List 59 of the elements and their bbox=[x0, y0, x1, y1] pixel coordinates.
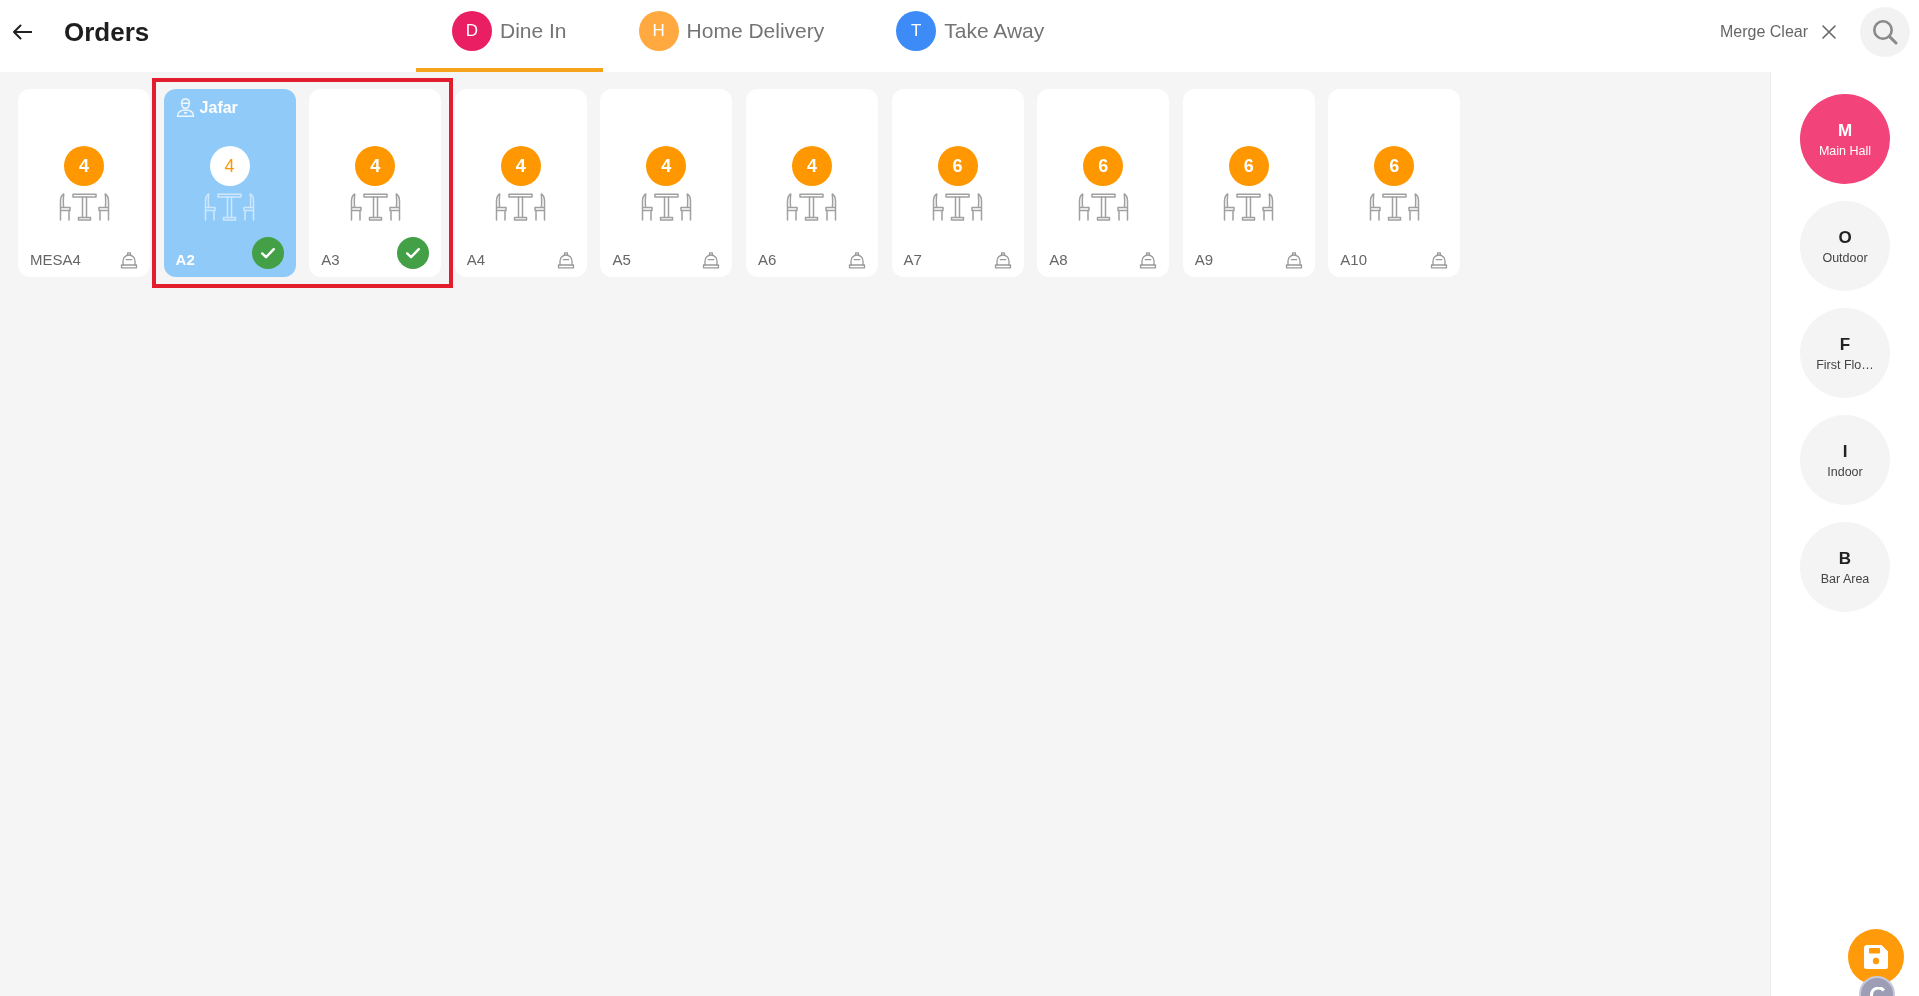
area-button[interactable]: F First Flo… bbox=[1800, 308, 1890, 398]
table-card[interactable]: 4 A6 bbox=[745, 89, 878, 277]
seat-count-badge: 4 bbox=[646, 146, 687, 186]
table-name: A7 bbox=[903, 251, 922, 269]
table-chairs-icon bbox=[932, 193, 984, 221]
order-type-tab[interactable]: H Home Delivery bbox=[602, 0, 861, 72]
waiter-name: Jafar bbox=[199, 98, 238, 117]
table-card[interactable]: 4 MESA4 bbox=[18, 89, 150, 277]
refresh-icon[interactable] bbox=[1869, 987, 1885, 996]
initial-badge: T bbox=[896, 11, 937, 51]
table-chairs-icon bbox=[640, 193, 692, 221]
search-icon[interactable] bbox=[1872, 19, 1898, 45]
seat-count-badge: 6 bbox=[1228, 146, 1269, 186]
table-name: A4 bbox=[466, 251, 486, 269]
table-chairs-icon bbox=[1077, 193, 1129, 221]
table-name: A8 bbox=[1049, 251, 1068, 269]
table-card[interactable]: 6 A8 bbox=[1037, 89, 1170, 277]
order-type-tab[interactable]: D Dine In bbox=[416, 0, 603, 72]
initial-badge: D bbox=[452, 11, 492, 51]
seat-count-badge: 4 bbox=[500, 146, 541, 186]
table-chairs-icon bbox=[349, 193, 401, 221]
table-chairs-icon bbox=[495, 193, 547, 221]
area-button[interactable]: I Indoor bbox=[1800, 415, 1890, 505]
area-button[interactable]: M Main Hall bbox=[1800, 94, 1890, 184]
table-card[interactable]: 4 A4 bbox=[454, 89, 587, 277]
seat-count-badge: 6 bbox=[937, 146, 978, 186]
seat-count-badge: 6 bbox=[1374, 146, 1415, 186]
seat-count-badge: 4 bbox=[209, 146, 250, 186]
merge-clear-button[interactable]: Merge Clear bbox=[1719, 23, 1836, 41]
table-name: A6 bbox=[757, 251, 777, 269]
table-chairs-icon bbox=[1368, 193, 1420, 221]
table-chairs-icon bbox=[204, 193, 256, 221]
table-card[interactable]: 6 A10 bbox=[1328, 89, 1461, 277]
table-name: MESA4 bbox=[30, 251, 81, 269]
seat-count-badge: 4 bbox=[791, 146, 832, 186]
seat-count-badge: 4 bbox=[64, 146, 104, 186]
person-icon bbox=[175, 98, 195, 117]
close-icon[interactable] bbox=[1822, 25, 1836, 39]
table-card[interactable]: 6 A7 bbox=[891, 89, 1024, 277]
page-title: Orders bbox=[64, 16, 150, 48]
table-card[interactable]: 4 A3 bbox=[309, 89, 442, 277]
table-chairs-icon bbox=[58, 193, 110, 221]
table-card[interactable]: 6 A9 bbox=[1182, 89, 1315, 277]
table-name: A3 bbox=[321, 251, 340, 269]
table-chairs-icon bbox=[1223, 193, 1275, 221]
table-name: A9 bbox=[1194, 251, 1214, 269]
table-name: A2 bbox=[175, 251, 195, 269]
area-button[interactable]: O Outdoor bbox=[1800, 201, 1890, 291]
table-chairs-icon bbox=[786, 193, 838, 221]
table-name: A5 bbox=[612, 251, 631, 269]
search-button[interactable] bbox=[1860, 7, 1910, 57]
table-card[interactable]: 4 A5 bbox=[600, 89, 733, 277]
initial-badge: H bbox=[638, 11, 679, 51]
table-name: A10 bbox=[1340, 251, 1368, 269]
area-button[interactable]: B Bar Area bbox=[1800, 522, 1890, 612]
seat-count-badge: 6 bbox=[1083, 146, 1124, 186]
seat-count-badge: 4 bbox=[355, 146, 396, 186]
order-type-tab[interactable]: T Take Away bbox=[860, 0, 1081, 72]
back-button[interactable] bbox=[12, 24, 32, 40]
